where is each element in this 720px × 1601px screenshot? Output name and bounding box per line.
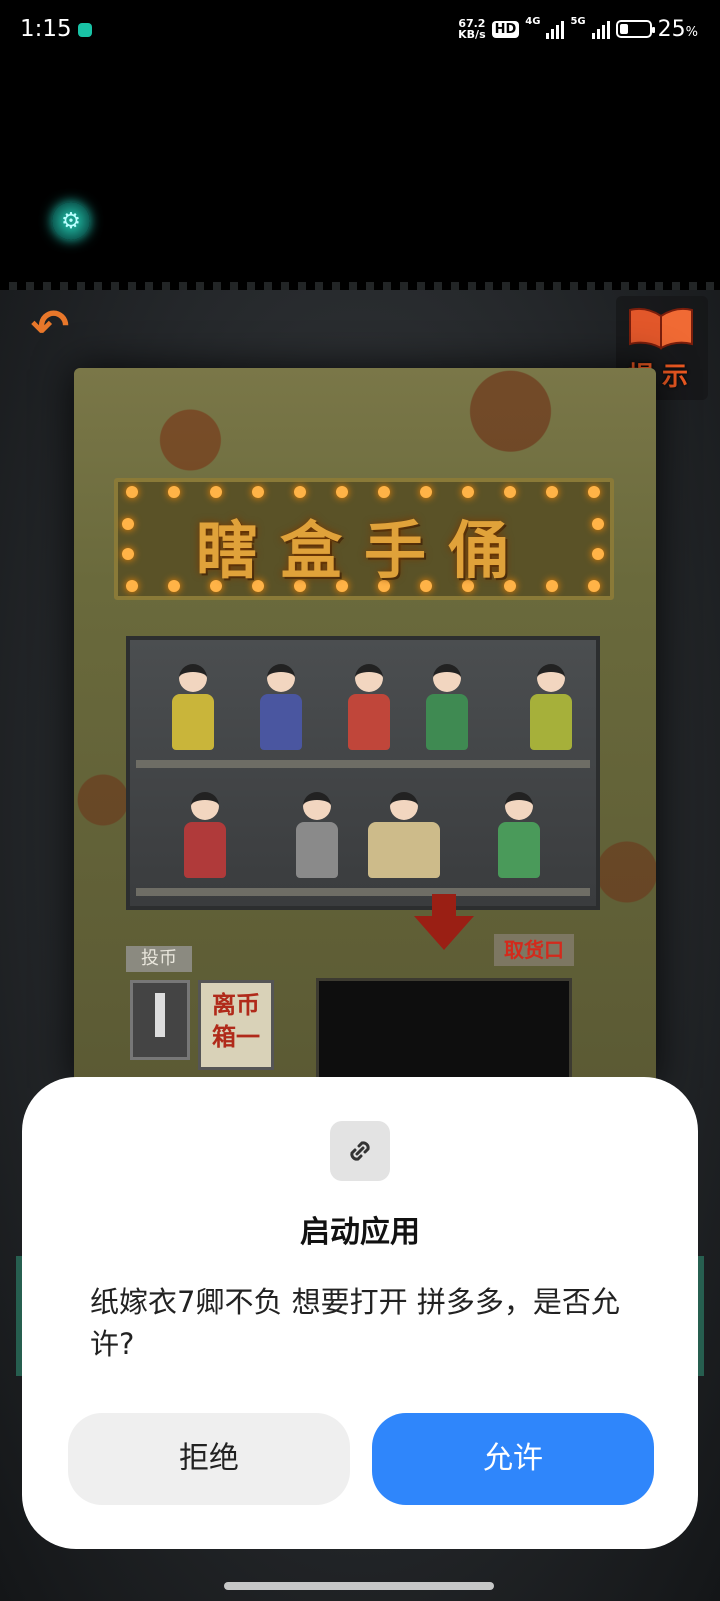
- down-arrow-icon: [414, 916, 474, 950]
- status-right-group: 67.2 KB/s HD 4G 5G 25%: [458, 14, 698, 44]
- doll[interactable]: [296, 792, 338, 882]
- vending-machine[interactable]: 瞎盒手俑 投币 离币 箱一 取货口: [74, 368, 656, 1088]
- link-icon: [330, 1121, 390, 1181]
- doll[interactable]: [184, 792, 226, 882]
- battery-percent: 25%: [658, 17, 698, 42]
- allow-button[interactable]: 允许: [372, 1413, 654, 1505]
- signal-icon-2: [591, 19, 610, 39]
- doll[interactable]: [498, 792, 540, 882]
- down-arrow-stem: [432, 894, 456, 918]
- signal-icon: [546, 19, 565, 39]
- shelf-bottom: [136, 768, 590, 896]
- change-box-line1: 离币: [212, 991, 260, 1019]
- battery-percent-sign: %: [685, 24, 698, 40]
- shelf-top: [136, 640, 590, 768]
- battery-icon: [615, 20, 655, 38]
- network-type-4g: 4G: [525, 15, 541, 27]
- pickup-door[interactable]: [316, 978, 572, 1088]
- dialog-message: 纸嫁衣7卿不负 想要打开 拼多多，是否允许?: [90, 1285, 620, 1361]
- coin-slot[interactable]: [130, 980, 190, 1060]
- doll[interactable]: [530, 664, 572, 754]
- change-box-line2: 箱一: [212, 1023, 260, 1051]
- display-window[interactable]: [126, 636, 600, 910]
- doll[interactable]: [172, 664, 214, 754]
- deny-button[interactable]: 拒绝: [68, 1413, 350, 1505]
- battery-value: 25: [657, 16, 686, 42]
- network-speed: 67.2 KB/s: [458, 18, 485, 40]
- notification-app-icon: [78, 23, 92, 37]
- marquee-text: 瞎盒手俑: [195, 514, 532, 587]
- pickup-label: 取货口: [494, 934, 574, 966]
- settings-icon: ⚙: [61, 208, 81, 234]
- book-icon: [629, 307, 693, 350]
- network-type-5g: 5G: [570, 15, 586, 27]
- settings-button[interactable]: ⚙: [52, 202, 90, 240]
- launch-app-dialog: 启动应用 纸嫁衣7卿不负 想要打开 拼多多，是否允许? 拒绝 允许: [22, 1077, 698, 1549]
- change-box[interactable]: 离币 箱一: [198, 980, 274, 1070]
- home-indicator[interactable]: [224, 1582, 494, 1590]
- back-button[interactable]: ↶: [24, 300, 76, 352]
- back-arrow-icon: ↶: [30, 299, 70, 353]
- dialog-title: 启动应用: [300, 1215, 420, 1250]
- right-edge-decoration: [698, 1256, 704, 1376]
- network-speed-unit: KB/s: [458, 28, 486, 41]
- doll-many-armed[interactable]: [368, 792, 440, 882]
- status-bar: 1:15 67.2 KB/s HD 4G 5G 25%: [0, 0, 720, 62]
- doll[interactable]: [260, 664, 302, 754]
- machine-marquee: 瞎盒手俑: [114, 478, 614, 600]
- doll[interactable]: [426, 664, 468, 754]
- coin-label: 投币: [126, 946, 192, 972]
- link-icon-glyph: [350, 1141, 370, 1161]
- doll[interactable]: [348, 664, 390, 754]
- hd-badge: HD: [491, 20, 520, 38]
- status-time: 1:15: [20, 16, 72, 42]
